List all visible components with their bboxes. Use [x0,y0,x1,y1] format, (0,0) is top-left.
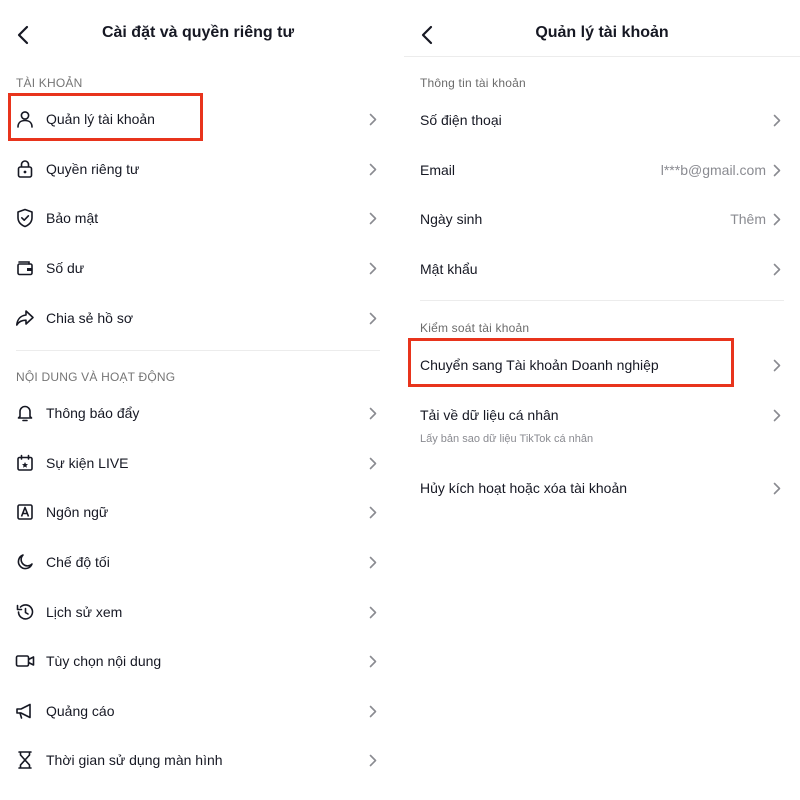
menu-item-security[interactable]: Bảo mật [0,196,396,240]
menu-item-balance[interactable]: Số dư [0,246,396,290]
menu-item-content-preferences[interactable]: Tùy chọn nội dung [0,639,396,683]
menu-item-label: Quyền riêng tư [46,161,140,177]
menu-item-language[interactable]: Ngôn ngữ [0,490,396,534]
birthday-value: Thêm [730,211,766,227]
hourglass-icon [15,750,35,770]
shield-icon [15,208,35,228]
menu-item-label: Chia sẻ hồ sơ [46,310,134,326]
menu-item-phone-number[interactable]: Số điện thoại [404,98,800,142]
menu-item-label: Mật khẩu [420,261,478,277]
menu-item-switch-business-account[interactable]: Chuyển sang Tài khoản Doanh nghiệp [404,343,800,387]
chevron-right-icon [368,704,378,718]
menu-item-live-events[interactable]: Sự kiện LIVE [0,441,396,485]
history-icon [15,602,35,622]
menu-item-dark-mode[interactable]: Chế độ tối [0,540,396,584]
menu-item-label: Email [420,162,456,178]
menu-item-label: Sự kiện LIVE [46,455,129,471]
menu-item-share-profile[interactable]: Chia sẻ hồ sơ [0,296,396,340]
page-title: Cài đặt và quyền riêng tư [101,24,295,41]
chevron-right-icon [772,163,782,177]
language-icon [15,502,35,522]
wallet-icon [15,258,35,278]
header: Quản lý tài khoản [404,0,800,57]
header: Cài đặt và quyền riêng tư [0,0,396,57]
menu-item-label: Tùy chọn nội dung [46,653,162,669]
menu-item-label: Số điện thoại [420,112,502,128]
person-icon [15,109,35,129]
section-label-content-activity: NỘI DUNG VÀ HOẠT ĐỘNG [16,370,176,384]
chevron-right-icon [368,261,378,275]
chevron-right-icon [368,311,378,325]
share-icon [15,308,35,328]
menu-item-label: Ngày sinh [420,211,483,227]
chevron-right-icon [772,262,782,276]
section-label-account-control: Kiểm soát tài khoản [420,321,530,335]
chevron-right-icon [772,408,782,422]
section-label-account-info: Thông tin tài khoản [420,76,526,90]
menu-item-download-data[interactable]: Tải về dữ liệu cá nhân [404,393,800,437]
chevron-right-icon [368,555,378,569]
bell-icon [15,403,35,423]
account-management-screen: Quản lý tài khoản Thông tin tài khoản Số… [404,0,800,800]
chevron-right-icon [368,162,378,176]
menu-item-email[interactable]: Email l***b@gmail.com [404,148,800,192]
menu-item-ads[interactable]: Quảng cáo [0,689,396,733]
page-title: Quản lý tài khoản [535,24,669,41]
chevron-right-icon [368,505,378,519]
menu-item-label: Quản lý tài khoản [46,111,155,127]
menu-item-label: Số dư [46,260,85,276]
menu-item-label: Bảo mật [46,210,99,226]
calendar-icon [15,453,35,473]
chevron-right-icon [772,212,782,226]
chevron-right-icon [772,481,782,495]
divider [420,300,784,301]
chevron-right-icon [368,456,378,470]
menu-item-push-notifications[interactable]: Thông báo đẩy [0,391,396,435]
chevron-right-icon [368,406,378,420]
menu-item-label: Thời gian sử dụng màn hình [46,752,223,768]
menu-item-deactivate-delete-account[interactable]: Hủy kích hoạt hoặc xóa tài khoản [404,466,800,510]
menu-item-birthday[interactable]: Ngày sinh Thêm [404,197,800,241]
menu-item-label: Chế độ tối [46,554,110,570]
settings-privacy-screen: Cài đặt và quyền riêng tư TÀI KHOẢN Quản… [0,0,396,800]
menu-item-privacy[interactable]: Quyền riêng tư [0,147,396,191]
megaphone-icon [15,701,35,721]
chevron-right-icon [772,358,782,372]
chevron-right-icon [772,113,782,127]
menu-item-label: Tải về dữ liệu cá nhân [420,407,559,423]
menu-item-label: Thông báo đẩy [46,405,140,421]
chevron-right-icon [368,654,378,668]
download-data-description: Lấy bản sao dữ liệu TikTok cá nhân [420,433,594,445]
divider [16,350,380,351]
email-value: l***b@gmail.com [660,162,766,178]
moon-icon [15,552,35,572]
chevron-right-icon [368,211,378,225]
menu-item-label: Hủy kích hoạt hoặc xóa tài khoản [420,480,628,496]
chevron-right-icon [368,112,378,126]
menu-item-watch-history[interactable]: Lịch sử xem [0,590,396,634]
video-icon [15,651,35,671]
menu-item-label: Lịch sử xem [46,604,123,620]
menu-item-account-management[interactable]: Quản lý tài khoản [0,97,396,141]
menu-item-password[interactable]: Mật khẩu [404,247,800,291]
menu-item-label: Chuyển sang Tài khoản Doanh nghiệp [420,357,659,373]
chevron-right-icon [368,753,378,767]
menu-item-label: Quảng cáo [46,703,115,719]
chevron-right-icon [368,605,378,619]
menu-item-label: Ngôn ngữ [46,504,109,520]
lock-icon [15,159,35,179]
menu-item-screen-time[interactable]: Thời gian sử dụng màn hình [0,738,396,782]
section-label-account: TÀI KHOẢN [16,76,83,90]
